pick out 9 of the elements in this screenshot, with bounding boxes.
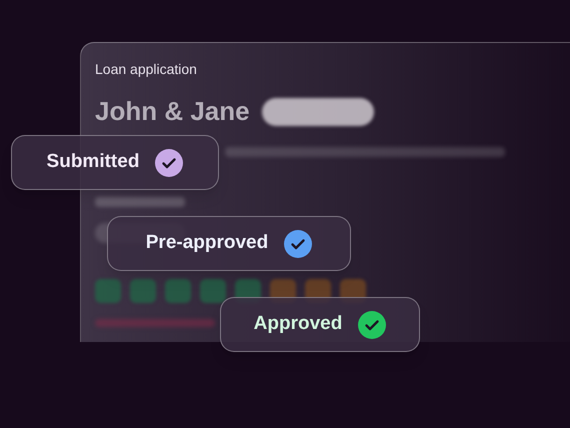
blurred-tile (200, 279, 226, 303)
blurred-tile (165, 279, 191, 303)
card-title: Loan application (95, 60, 198, 79)
blurred-tile (95, 279, 121, 303)
chip-label: Submitted (46, 150, 140, 174)
chip-label: Approved (254, 312, 342, 336)
blurred-tile (130, 279, 156, 303)
applicant-name: John & Jane (95, 95, 250, 128)
chip-label: Pre-approved (146, 231, 268, 256)
